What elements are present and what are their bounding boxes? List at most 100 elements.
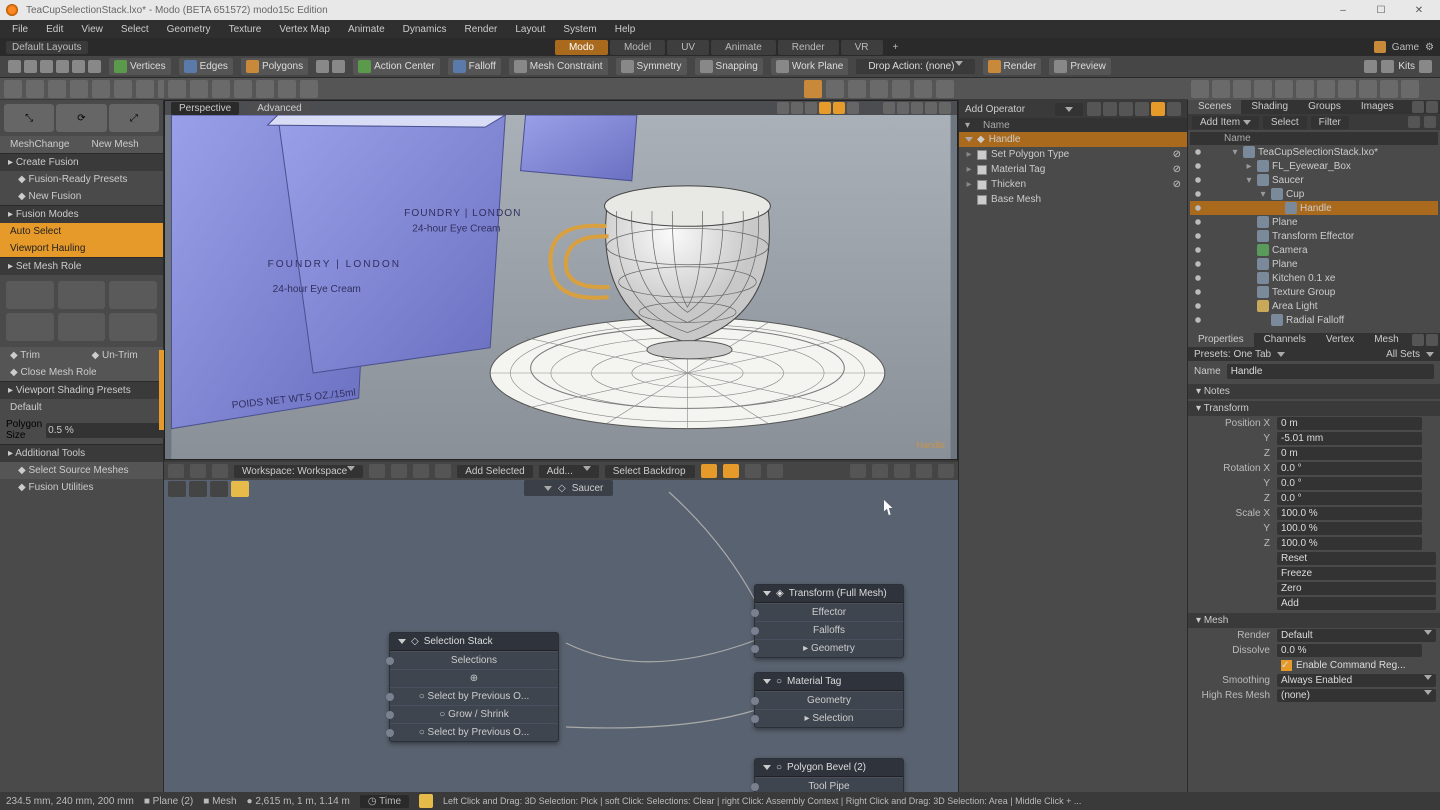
tool-icon[interactable]	[316, 60, 329, 73]
tree-item[interactable]: Transform Effector	[1190, 229, 1438, 243]
menu-animate[interactable]: Animate	[340, 22, 393, 37]
ops-icon[interactable]	[1135, 102, 1149, 116]
sch-nav-icon[interactable]	[872, 464, 888, 478]
menu-system[interactable]: System	[555, 22, 604, 37]
fusion-ready-presets[interactable]: ◆ Fusion-Ready Presets	[0, 171, 163, 188]
tree-item[interactable]: ▾Saucer	[1190, 173, 1438, 187]
tab-opt-icon[interactable]	[1426, 101, 1438, 113]
enable-cmd-checkbox[interactable]: ✓Enable Command Reg...	[1277, 659, 1436, 672]
vp-control-icon[interactable]	[897, 102, 909, 114]
reset-btn[interactable]: Reset	[1277, 552, 1436, 565]
node-polygon-bevel[interactable]: ○ Polygon Bevel (2) Tool Pipe	[754, 758, 904, 792]
add-dropdown[interactable]: Add...	[539, 465, 599, 478]
vp-control-icon[interactable]	[925, 102, 937, 114]
sch-icon[interactable]	[701, 464, 717, 478]
untrim-btn[interactable]: ◆ Un-Trim	[82, 347, 164, 364]
menu-dynamics[interactable]: Dynamics	[395, 22, 455, 37]
vp-shelf-icon[interactable]	[870, 80, 888, 98]
vp-shelf-icon[interactable]	[212, 80, 230, 98]
tree-item[interactable]: Plane	[1190, 215, 1438, 229]
tool-icon[interactable]	[40, 60, 53, 73]
vp-shelf-icon[interactable]	[190, 80, 208, 98]
menu-layout[interactable]: Layout	[507, 22, 553, 37]
status-icon[interactable]	[419, 794, 433, 808]
mesh-role-btn[interactable]	[6, 313, 54, 341]
ops-item[interactable]: ▸Material Tag⊘	[959, 162, 1187, 177]
scl-z-input[interactable]: 100.0 %	[1277, 537, 1422, 550]
highres-dropdown[interactable]: (none)	[1277, 689, 1436, 702]
tool-icon[interactable]	[8, 60, 21, 73]
tab-opt-icon[interactable]	[1412, 101, 1424, 113]
node-row[interactable]: Selections	[390, 651, 558, 669]
allsets-dropdown[interactable]: All Sets	[1386, 349, 1420, 360]
tree-item[interactable]: Plane	[1190, 257, 1438, 271]
transform-move-icon[interactable]: ⤡	[4, 104, 54, 132]
maximize-button[interactable]: ☐	[1366, 1, 1396, 19]
sch-icon[interactable]	[745, 464, 761, 478]
shelf-icon[interactable]	[92, 80, 110, 98]
ops-filter[interactable]	[1055, 103, 1083, 116]
menu-edit[interactable]: Edit	[38, 22, 71, 37]
vp-opt-icon[interactable]	[833, 102, 845, 114]
vp-shelf-icon[interactable]	[168, 80, 186, 98]
ops-icon[interactable]	[1151, 102, 1165, 116]
workplane-menu[interactable]: Work Plane	[771, 58, 849, 75]
vp-shelf-icon[interactable]	[914, 80, 932, 98]
rs-icon[interactable]	[1191, 80, 1209, 98]
layout-tab-animate[interactable]: Animate	[711, 40, 776, 55]
vp-opt-icon[interactable]	[791, 102, 803, 114]
layouts-dropdown[interactable]: Default Layouts	[6, 41, 88, 54]
add-btn[interactable]: Add	[1277, 597, 1436, 610]
vp-opt-icon[interactable]	[847, 102, 859, 114]
tree-item[interactable]: ▸FL_Eyewear_Box	[1190, 159, 1438, 173]
sch-icon[interactable]	[413, 464, 429, 478]
prop-opt-icon[interactable]	[1426, 334, 1438, 346]
rot-x-input[interactable]: 0.0 °	[1277, 462, 1422, 475]
tab-shading[interactable]: Shading	[1241, 100, 1298, 114]
ops-icon[interactable]	[1167, 102, 1181, 116]
node-row[interactable]: ▸ Selection	[755, 709, 903, 727]
node-row[interactable]: Tool Pipe	[755, 777, 903, 792]
trim-btn[interactable]: ◆ Trim	[0, 347, 82, 364]
rs-icon[interactable]	[1359, 80, 1377, 98]
node-row[interactable]: ▸ Geometry	[755, 639, 903, 657]
section-notes[interactable]: ▾ Notes	[1188, 384, 1440, 399]
mesh-role-btn[interactable]	[6, 281, 54, 309]
rs-icon[interactable]	[1338, 80, 1356, 98]
add-item-dropdown[interactable]: Add Item	[1192, 116, 1259, 129]
section-create-fusion[interactable]: ▸ Create Fusion	[0, 153, 163, 171]
node-row[interactable]: Effector	[755, 603, 903, 621]
tree-item[interactable]: Texture Group	[1190, 285, 1438, 299]
snapping-toggle[interactable]: Snapping	[695, 58, 763, 75]
filter-dropdown[interactable]: Filter	[1311, 116, 1349, 129]
section-additional[interactable]: ▸ Additional Tools	[0, 444, 163, 462]
menu-select[interactable]: Select	[113, 22, 157, 37]
tree-item[interactable]: Camera	[1190, 243, 1438, 257]
rec-icon[interactable]	[231, 481, 249, 497]
mesh-constraint-menu[interactable]: Mesh Constraint	[509, 58, 608, 75]
tool-icon[interactable]	[88, 60, 101, 73]
vp-shelf-icon[interactable]	[804, 80, 822, 98]
stop-icon[interactable]	[210, 481, 228, 497]
shading-preset-dropdown[interactable]: Default	[0, 399, 163, 416]
select-source-meshes[interactable]: ◆ Select Source Meshes	[0, 462, 163, 479]
shelf-icon[interactable]	[70, 80, 88, 98]
mesh-role-btn[interactable]	[58, 313, 106, 341]
sch-icon[interactable]	[435, 464, 451, 478]
rs-icon[interactable]	[1401, 80, 1419, 98]
node-row-add[interactable]: ⊕	[390, 669, 558, 687]
palette-icon[interactable]	[1381, 60, 1394, 73]
section-set-mesh-role[interactable]: ▸ Set Mesh Role	[0, 257, 163, 275]
add-selected-dropdown[interactable]: Add Selected	[457, 465, 533, 478]
ops-icon[interactable]	[1087, 102, 1101, 116]
vp-shelf-icon[interactable]	[278, 80, 296, 98]
ops-icon[interactable]	[1119, 102, 1133, 116]
rs-icon[interactable]	[1296, 80, 1314, 98]
tab-scenes[interactable]: Scenes	[1188, 100, 1241, 114]
node-row[interactable]: Falloffs	[755, 621, 903, 639]
menu-vertexmap[interactable]: Vertex Map	[271, 22, 338, 37]
preview-button[interactable]: Preview	[1049, 58, 1111, 75]
settings-gear-icon[interactable]: ⚙	[1425, 42, 1434, 53]
close-mesh-role[interactable]: ◆ Close Mesh Role	[0, 364, 163, 381]
schematic-breadcrumb[interactable]: ◇ Saucer	[524, 480, 613, 496]
